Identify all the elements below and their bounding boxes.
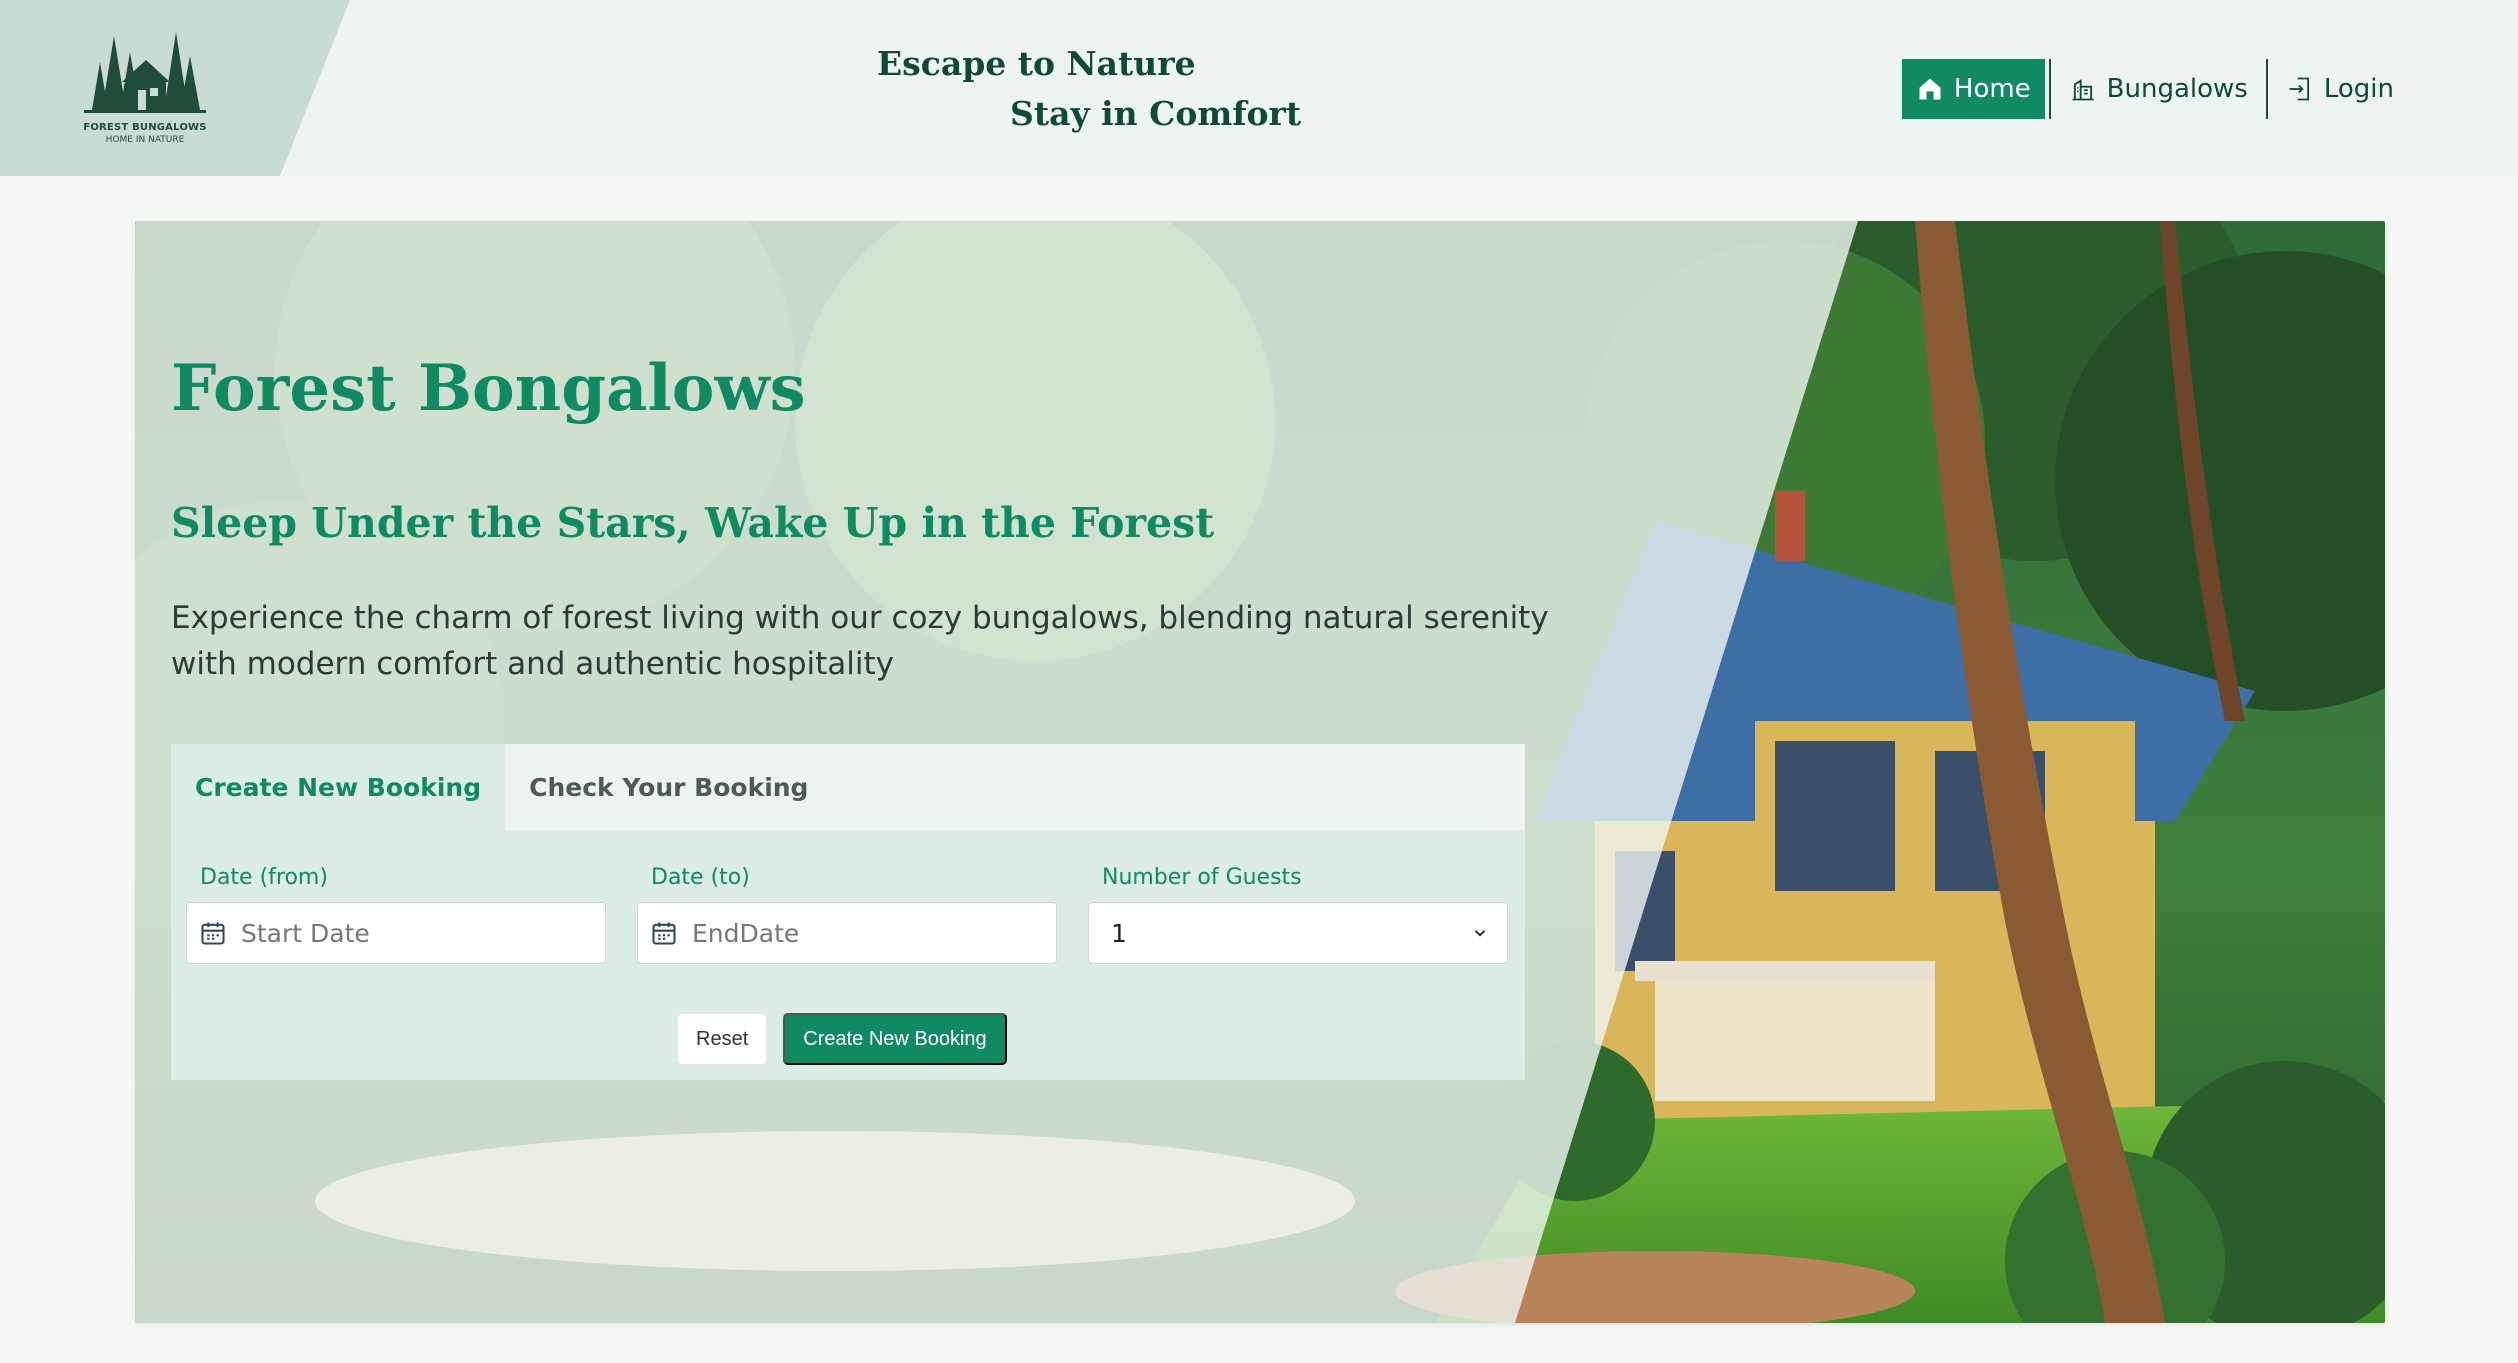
date-to-input[interactable]: EndDate (637, 902, 1057, 964)
chevron-down-icon (1474, 930, 1486, 937)
date-to-label: Date (to) (651, 865, 750, 890)
nav-login[interactable]: Login (2272, 59, 2408, 119)
hero-description: Experience the charm of forest living wi… (171, 600, 1549, 682)
hero-section: Forest Bongalows Sleep Under the Stars, … (135, 221, 2385, 1323)
guests-field: Number of Guests 1 (1088, 865, 1508, 964)
logo-title: FOREST BUNGALOWS (83, 122, 207, 133)
guests-label: Number of Guests (1102, 865, 1302, 890)
calendar-icon (201, 922, 225, 945)
date-from-placeholder: Start Date (241, 918, 370, 948)
hero-title: Forest Bongalows (171, 351, 806, 426)
logo[interactable]: FOREST BUNGALOWS HOME IN NATURE (80, 22, 210, 154)
date-from-label: Date (from) (200, 865, 328, 890)
date-to-field: Date (to) EndDate (637, 865, 1057, 964)
tab-check-booking[interactable]: Check Your Booking (505, 744, 832, 830)
booking-actions: Reset Create New Booking (677, 1013, 1007, 1065)
nav-login-label: Login (2323, 74, 2394, 104)
booking-form: Date (from) Start Date Date (to) EndDate… (171, 830, 1525, 1080)
booking-tabs: Create New Booking Check Your Booking (171, 744, 1525, 830)
create-booking-button[interactable]: Create New Booking (783, 1013, 1007, 1065)
tab-create-booking[interactable]: Create New Booking (171, 744, 506, 830)
date-from-input[interactable]: Start Date (186, 902, 606, 964)
nav-home[interactable]: Home (1901, 59, 2045, 119)
login-icon (2289, 77, 2309, 101)
tagline-line-2: Stay in Comfort (1010, 94, 1302, 133)
reset-button[interactable]: Reset (677, 1013, 768, 1065)
booking-card: Create New Booking Check Your Booking Da… (171, 744, 1525, 1080)
date-from-field: Date (from) Start Date (186, 865, 606, 964)
forest-house-logo-icon (84, 32, 206, 113)
nav-divider (2265, 59, 2268, 119)
main-nav: Home Bungalows Login (1901, 58, 2408, 120)
guests-value: 1 (1111, 918, 1127, 948)
guests-select[interactable]: 1 (1088, 902, 1508, 964)
site-header: FOREST BUNGALOWS HOME IN NATURE Escape t… (0, 0, 2518, 176)
logo-subtitle: HOME IN NATURE (105, 135, 185, 145)
home-icon (1919, 78, 1941, 100)
calendar-icon (652, 922, 676, 945)
date-to-placeholder: EndDate (692, 918, 800, 948)
nav-home-label: Home (1953, 74, 2031, 104)
nav-bungalows-label: Bungalows (2106, 74, 2248, 104)
nav-divider (2048, 59, 2051, 119)
tagline-line-1: Escape to Nature (877, 44, 1196, 83)
hero-subtitle: Sleep Under the Stars, Wake Up in the Fo… (171, 499, 1215, 547)
building-icon (2072, 79, 2094, 101)
nav-bungalows[interactable]: Bungalows (2055, 59, 2262, 119)
